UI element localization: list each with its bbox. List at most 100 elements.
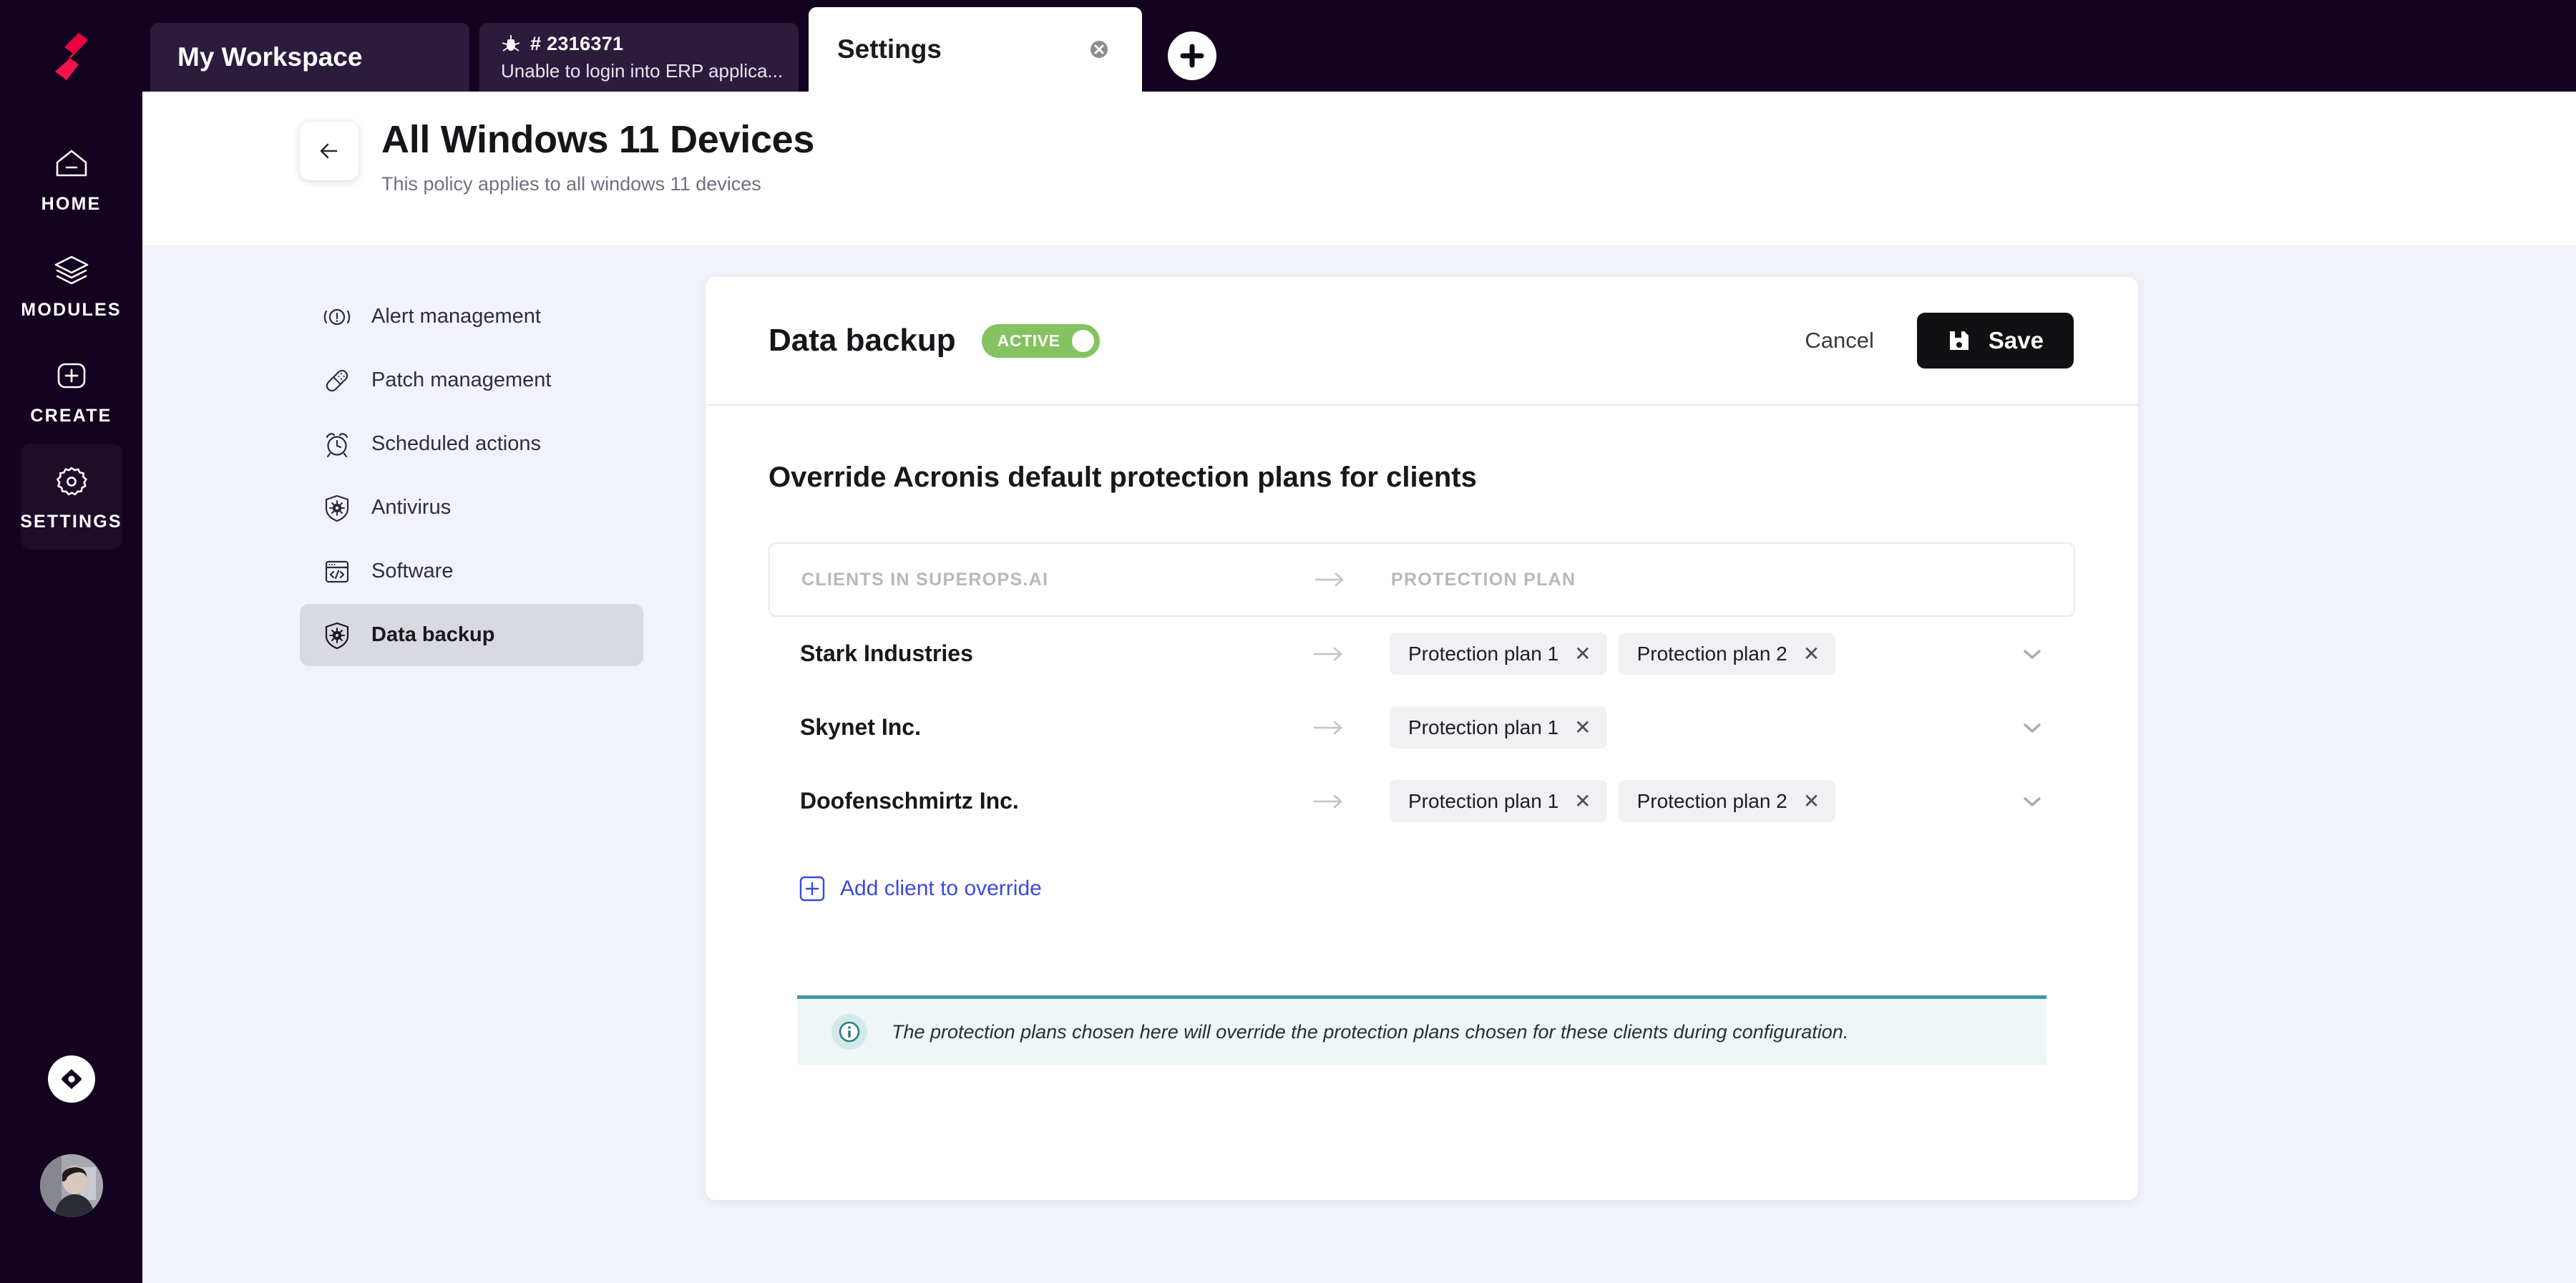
avatar[interactable] <box>39 1154 103 1217</box>
code-window-icon <box>325 560 349 582</box>
info-circle-icon <box>831 1014 867 1050</box>
sidebar-item-alert-management[interactable]: Alert management <box>300 286 643 348</box>
compass-glyph <box>61 1069 82 1089</box>
page-header: All Windows 11 Devices This policy appli… <box>142 92 2576 245</box>
sidebar-item-software[interactable]: Software <box>300 540 643 603</box>
card-body: Override Acronis default protection plan… <box>706 406 2138 1200</box>
user-avatar-image <box>39 1154 103 1217</box>
sidebar-item-label: HOME <box>41 193 102 214</box>
sidebar-item-label: Antivirus <box>371 496 452 519</box>
close-circle-icon[interactable] <box>1085 35 1113 64</box>
compass-icon[interactable] <box>47 1055 95 1103</box>
plan-chip[interactable]: Protection plan 1 ✕ <box>1390 633 1607 675</box>
section-title: Override Acronis default protection plan… <box>769 462 1477 493</box>
client-name: Stark Industries <box>800 640 973 666</box>
data-backup-card: Data backup ACTIVE Cancel Save Override … <box>706 277 2138 1200</box>
page-header-row: All Windows 11 Devices This policy appli… <box>300 117 2576 195</box>
sidebar-footer <box>0 1055 142 1283</box>
tab-settings[interactable]: Settings <box>809 7 1142 92</box>
sidebar-item-label: SETTINGS <box>20 511 122 532</box>
tab-ticket-id: # 2316371 <box>530 32 624 54</box>
plan-chip-group: Protection plan 1 ✕ <box>1390 706 1989 748</box>
table-row: Doofenschmirtz Inc. Protection plan 1 ✕ … <box>769 764 2075 838</box>
sidebar-item-label: Scheduled actions <box>371 432 541 455</box>
sidebar-item-home[interactable]: HOME <box>21 126 122 232</box>
plan-chip[interactable]: Protection plan 1 ✕ <box>1390 706 1607 748</box>
column-header-protection-plan: PROTECTION PLAN <box>1391 569 1576 590</box>
plan-chip-group: Protection plan 1 ✕ Protection plan 2 ✕ <box>1390 780 1989 822</box>
sidebar-item-scheduled-actions[interactable]: Scheduled actions <box>300 413 643 475</box>
info-banner-text: The protection plans chosen here will ov… <box>892 1020 1849 1043</box>
tab-my-workspace[interactable]: My Workspace <box>150 23 469 92</box>
override-table: CLIENTS IN SUPEROPS.AI PROTECTION PLAN S… <box>769 542 2075 902</box>
tab-label: My Workspace <box>177 42 363 72</box>
sidebar-item-patch-management[interactable]: Patch management <box>300 349 643 411</box>
alarm-clock-icon <box>326 432 348 457</box>
primary-sidebar: HOME MODULES CREATE SETTINGS <box>0 0 142 1283</box>
add-client-label: Add client to override <box>840 877 1042 900</box>
tab-ticket[interactable]: # 2316371 Unable to login into ERP appli… <box>479 23 799 92</box>
client-name: Skynet Inc. <box>800 714 921 740</box>
chevron-down-icon[interactable] <box>2020 719 2044 736</box>
plan-chip-label: Protection plan 2 <box>1636 789 1787 812</box>
sidebar-item-label: MODULES <box>21 299 122 320</box>
add-tab-button[interactable] <box>1168 31 1216 80</box>
save-button-label: Save <box>1988 327 2044 353</box>
sidebar-item-label: Data backup <box>371 623 495 646</box>
remove-chip-icon[interactable]: ✕ <box>1803 791 1820 811</box>
arrow-right-icon <box>1314 572 1344 587</box>
chevron-down-icon[interactable] <box>2020 645 2044 663</box>
save-button[interactable]: Save <box>1916 313 2074 369</box>
plan-chip-label: Protection plan 2 <box>1636 642 1787 665</box>
shield-virus-icon <box>325 622 349 649</box>
arrow-right-icon <box>1313 721 1342 734</box>
arrow-right-icon <box>1313 647 1342 660</box>
chevron-down-icon[interactable] <box>2020 793 2044 810</box>
gear-icon <box>56 467 87 495</box>
plan-chip-label: Protection plan 1 <box>1408 789 1559 812</box>
tab-ticket-subject: Unable to login into ERP applica... <box>501 59 784 82</box>
page-subtitle: This policy applies to all windows 11 de… <box>381 173 761 195</box>
plan-chip-label: Protection plan 1 <box>1408 642 1559 665</box>
home-icon <box>56 150 87 176</box>
page-header-text: All Windows 11 Devices This policy appli… <box>381 117 814 195</box>
cancel-button[interactable]: Cancel <box>1796 321 1883 361</box>
plus-circle-icon <box>1174 37 1211 74</box>
card-title: Data backup <box>769 323 956 358</box>
back-button[interactable] <box>300 122 358 180</box>
tab-label: Settings <box>837 34 942 64</box>
tab-ticket-header: # 2316371 <box>501 33 623 55</box>
superops-logo-icon[interactable] <box>45 30 98 83</box>
remove-chip-icon[interactable]: ✕ <box>1574 791 1591 811</box>
add-client-to-override-button[interactable]: Add client to override <box>799 875 1042 902</box>
tab-strip: My Workspace # 2316371 Unable to login i… <box>142 0 2576 92</box>
plan-chip[interactable]: Protection plan 2 ✕ <box>1618 633 1836 675</box>
arrow-right-icon <box>1313 794 1342 808</box>
info-banner: The protection plans chosen here will ov… <box>797 999 2046 1065</box>
status-toggle[interactable]: ACTIVE <box>981 323 1100 358</box>
plan-chip-group: Protection plan 1 ✕ Protection plan 2 ✕ <box>1390 633 1989 675</box>
main-column: My Workspace # 2316371 Unable to login i… <box>142 0 2576 1283</box>
plan-chip[interactable]: Protection plan 2 ✕ <box>1618 780 1836 822</box>
sidebar-item-create[interactable]: CREATE <box>21 338 122 444</box>
table-row: Stark Industries Protection plan 1 ✕ Pro… <box>769 617 2075 691</box>
info-banner-wrapper: The protection plans chosen here will ov… <box>797 995 2046 1065</box>
bandage-icon <box>326 369 348 391</box>
plus-square-icon <box>799 876 825 902</box>
app-root: HOME MODULES CREATE SETTINGS My Workspac… <box>0 0 2576 1283</box>
page-title: All Windows 11 Devices <box>381 118 815 161</box>
remove-chip-icon[interactable]: ✕ <box>1803 643 1820 664</box>
remove-chip-icon[interactable]: ✕ <box>1574 717 1591 738</box>
page-body: Alert management Patch management Schedu… <box>142 245 2576 1283</box>
plan-chip-label: Protection plan 1 <box>1408 716 1559 738</box>
sidebar-item-data-backup[interactable]: Data backup <box>300 604 643 666</box>
sidebar-item-settings[interactable]: SETTINGS <box>20 444 122 550</box>
remove-chip-icon[interactable]: ✕ <box>1574 643 1591 664</box>
sidebar-item-modules[interactable]: MODULES <box>21 232 122 338</box>
sidebar-item-antivirus[interactable]: Antivirus <box>300 477 643 539</box>
client-name: Doofenschmirtz Inc. <box>800 788 1019 814</box>
plus-square-icon <box>57 363 85 388</box>
table-row: Skynet Inc. Protection plan 1 ✕ <box>769 691 2075 764</box>
plan-chip[interactable]: Protection plan 1 ✕ <box>1390 780 1607 822</box>
layers-icon <box>54 255 88 284</box>
